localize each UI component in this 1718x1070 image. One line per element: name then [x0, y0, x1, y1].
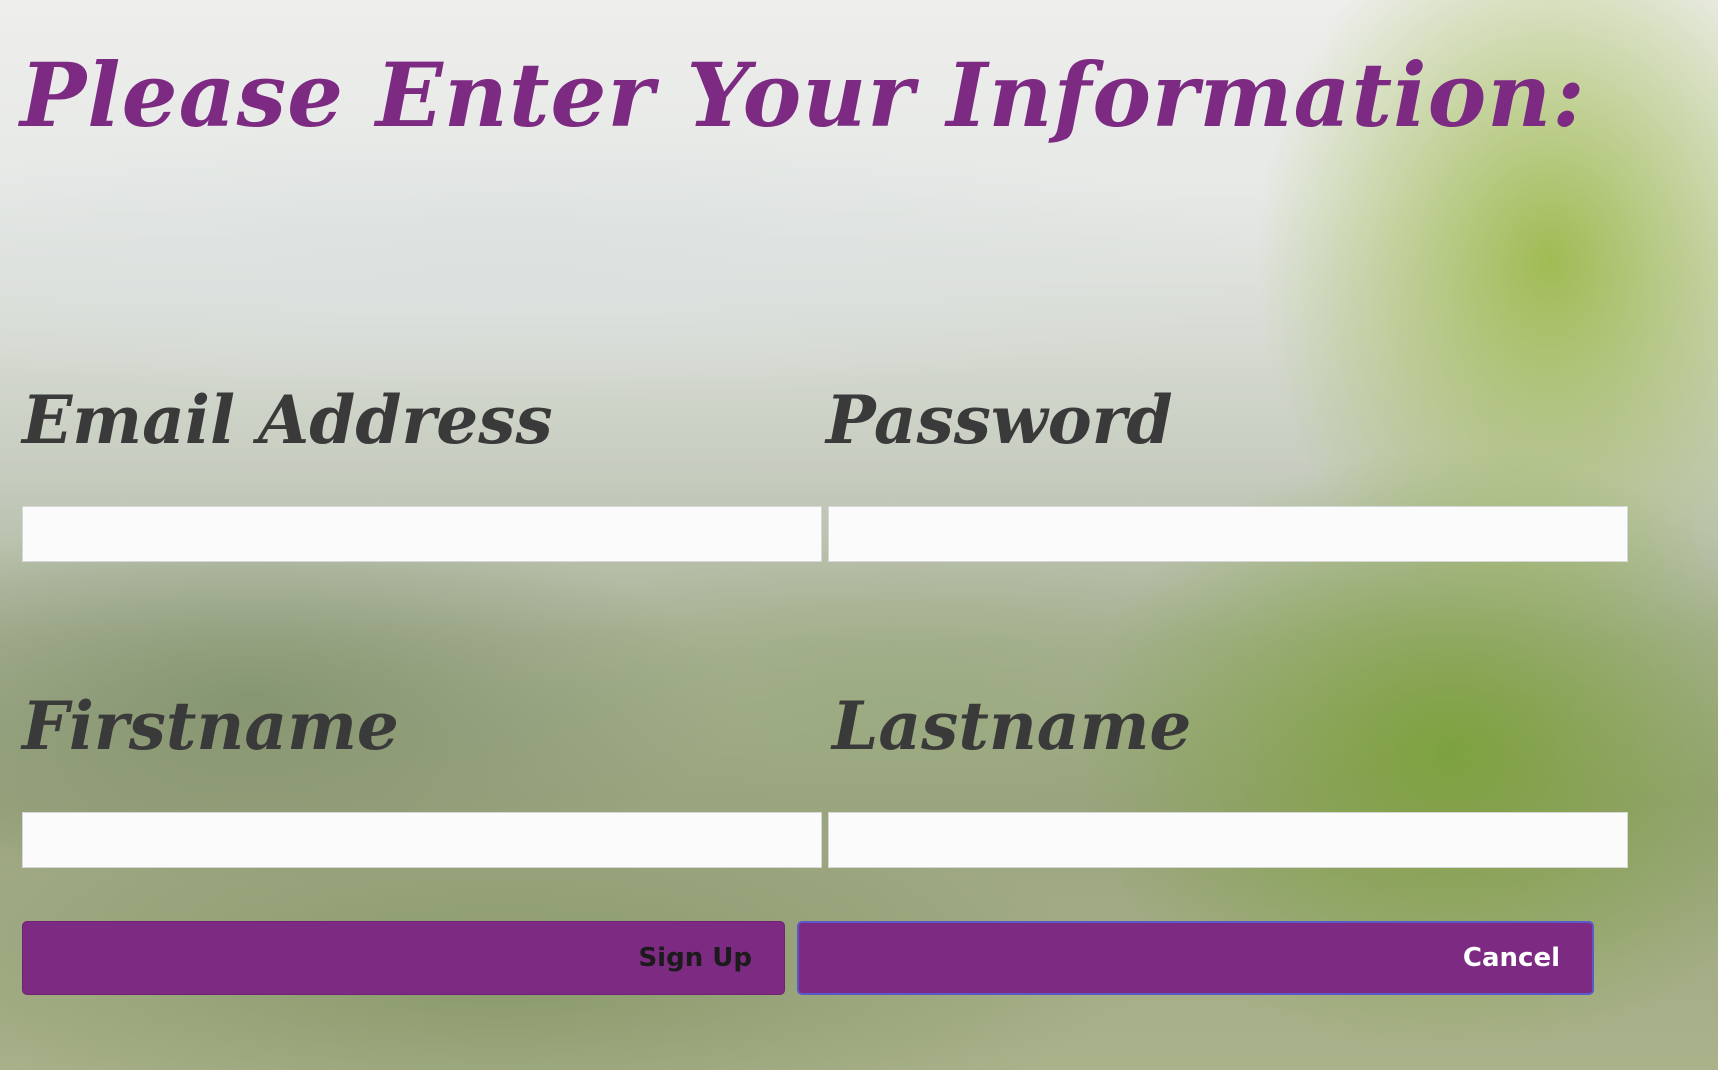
sign-up-button[interactable]: Sign Up [22, 921, 785, 995]
page-title: Please Enter Your Information: [20, 43, 1586, 147]
cancel-button-label: Cancel [1462, 943, 1560, 973]
firstname-label: Firstname [22, 687, 399, 765]
email-field[interactable] [22, 506, 822, 562]
email-label: Email Address [22, 381, 553, 459]
sign-up-button-label: Sign Up [638, 943, 752, 973]
lastname-label: Lastname [832, 687, 1192, 765]
cancel-button[interactable]: Cancel [797, 921, 1594, 995]
firstname-field[interactable] [22, 812, 822, 868]
password-label: Password [826, 381, 1173, 459]
password-field[interactable] [828, 506, 1628, 562]
lastname-field[interactable] [828, 812, 1628, 868]
